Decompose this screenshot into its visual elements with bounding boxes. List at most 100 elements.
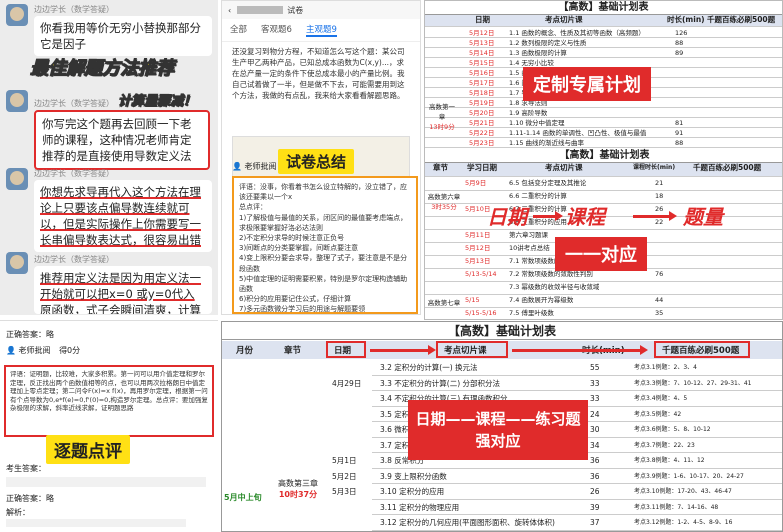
chapter-name: 高数第三章 (278, 479, 318, 488)
chat-message (6, 168, 34, 190)
avatar (6, 90, 28, 112)
table-cell: 5/15 (465, 296, 480, 304)
correct-answer: 正确答案：略 (6, 494, 54, 503)
table-row: 5月9日 6.5 包括变分定理及其推论 21 (425, 178, 782, 191)
table-cell: 3.10 定积分的应用 (380, 487, 445, 496)
table-cell: 5月23日 (469, 139, 495, 147)
avatar (6, 168, 28, 190)
chat-bubble: 推荐用定义法是因为用定义法一开始就可以把x=0 或y=0代入原函数，式子会瞬间清… (34, 266, 212, 314)
header-course: 考点切片课 (545, 163, 583, 172)
table-cell: 1.10 微分中值定理 (509, 119, 565, 127)
plan-mid-title: 【高数】基础计划表 (425, 149, 782, 163)
teacher-icon: 👤 (6, 346, 16, 355)
table-cell: 30 (590, 425, 600, 434)
header-chapter: 章节 (284, 346, 302, 356)
table-cell: 5月14日 (469, 49, 495, 57)
slogan-less-calc: 计算量骤减！ (117, 94, 197, 110)
evaluation-panel: 正确答案：略 👤 老师批阅 得0分 评语：证明题，比较难，大家多积累。第一问可以… (0, 320, 218, 532)
chat-message (6, 252, 34, 274)
table-cell: 1.3 函数极限的计算 (509, 49, 567, 57)
table-cell: 考点3.12例题：1-2、4-5、8-9、16 (634, 519, 733, 526)
table-cell: 考点3.4例题：4、5 (634, 395, 688, 402)
table-row: 5月21日 1.10 微分中值定理 81 (425, 118, 782, 128)
arrow-icon (512, 345, 648, 355)
plan-bottom-panel: 【高数】基础计划表 月份 章节 日期 考点切片课 时长(min) 千题百练必刷5… (221, 321, 783, 532)
flow-exercises: 题量 (683, 205, 723, 229)
table-cell: 5/13-5/14 (465, 270, 497, 278)
chat-message (6, 90, 34, 112)
table-cell: 5月12日 (469, 29, 495, 37)
table-cell: 126 (675, 29, 688, 37)
highlight-box (436, 341, 508, 358)
teacher-icon: 👤 (232, 162, 242, 171)
table-cell: 5月17日 (469, 79, 495, 87)
chapter-name: 高数第一章 (429, 103, 455, 121)
exam-header: ‹ 试卷 (222, 1, 420, 19)
chat-panel: 边边学长（数学答疑） 你看我用等价无穷小替换那部分它是因子 最佳解题方法推荐 计… (0, 0, 218, 315)
table-cell: 考点3.3例题：7、10-12、27、29-31、41 (634, 379, 752, 387)
plan-mid-header: 章节 学习日期 考点切片课 课程时长(min) 千题百练必刷500题 (425, 163, 782, 177)
arrow-icon (370, 345, 436, 355)
table-cell: 3.9 变上限积分函数 (380, 471, 447, 481)
chapter-name: 高数第六章 (427, 193, 461, 201)
chat-bubble-highlighted: 你写完这个题再去回顾一下老师的课程，这种情况老师肯定推荐的是直接使用导数定义法 (34, 110, 210, 170)
exam-title: 试卷 (287, 5, 304, 15)
sender-name: 边边学长（数学答疑） (34, 255, 114, 264)
table-cell: 7.5 傅里叶级数 (509, 309, 554, 317)
table-cell: 5月16日 (469, 69, 495, 77)
arrow-icon (533, 211, 563, 221)
table-row: 7.3 幂级数的收敛半径与收敛域 (425, 282, 782, 295)
chapter-3-label: 高数第三章 10时37分 (268, 478, 328, 500)
table-cell: 55 (590, 363, 600, 372)
table-row: 4月29日 3.3 不定积分的计算(二) 分部积分法 33 考点3.3例题：7、10-… (332, 376, 782, 391)
table-cell: 1.9 高阶导数 (509, 109, 548, 117)
custom-plan-badge: 定制专属计划 (523, 67, 651, 101)
teacher-review-label: 👤 老师批阅 (232, 161, 277, 172)
avatar (6, 252, 28, 274)
tab-objective[interactable]: 客观题6 (261, 23, 292, 37)
back-icon[interactable]: ‹ (228, 6, 231, 15)
score: 得0分 (59, 346, 81, 355)
table-cell: 3.11 定积分的物理应用 (380, 502, 460, 512)
table-cell: 考点3.7例题：22、23 (634, 441, 695, 449)
chapter-1-label: 高数第一章 13时9分 (427, 101, 457, 131)
table-cell: 5月12日 (465, 244, 491, 252)
table-cell: 3.3 不定积分的计算(二) 分部积分法 (380, 378, 501, 388)
table-row: 5月22日 1.11-1.14 函数的单调性、凹凸性、极值与最值 91 (425, 128, 782, 138)
table-cell: 5月15日 (469, 59, 495, 67)
table-cell: 36 (590, 456, 600, 465)
table-cell: 5月22日 (469, 129, 495, 137)
table-cell: 3.12 定积分的几何应用(平面图形面积、旋转体体积) (380, 518, 555, 527)
flow-date: 日期 (487, 205, 527, 229)
table-cell: 5月13日 (469, 39, 495, 47)
highlight-box (326, 341, 366, 358)
table-cell: 24 (590, 409, 600, 419)
tab-subjective[interactable]: 主观题9 (305, 23, 337, 37)
chapter-time: 10时37分 (278, 490, 318, 499)
table-cell: 5月19日 (469, 99, 495, 107)
table-cell: 26 (590, 487, 600, 496)
analysis-formula (6, 519, 186, 527)
review-text: 评语：没事，你看着书怎么设立特解的，没立错了，应该还要乘以一个x 总点评： 1)… (239, 183, 408, 312)
highlight-box (654, 341, 750, 358)
table-cell: 88 (675, 39, 684, 47)
header-chapter: 章节 (433, 163, 448, 172)
table-cell: 33 (590, 394, 600, 403)
avatar (6, 4, 28, 26)
tab-all[interactable]: 全部 (230, 23, 247, 37)
table-row: 5月23日 1.15 曲线的渐近线与曲率 88 (425, 138, 782, 148)
table-cell: 33 (590, 378, 600, 388)
table-cell: 考点3.1例题：2、3、4 (634, 364, 697, 371)
table-row: 5月14日 1.3 函数极限的计算 89 (425, 48, 782, 58)
exam-tabs: 全部 客观题6 主观题9 (222, 19, 420, 42)
table-cell: 5月11日 (465, 231, 491, 239)
table-row: 5月2日 3.9 变上限积分函数 36 考点3.9例题：1-6、10-17、20、24… (332, 469, 782, 484)
per-question-badge: 逐题点评 (46, 435, 130, 464)
table-row: 5月12日 1.1 函数的概念、性质及其初等函数（高频题） 126 (425, 28, 782, 38)
table-cell: 7.3 幂级数的收敛半径与收敛域 (509, 283, 600, 291)
table-cell: 考点3.9例题：1-6、10-17、20、24-27 (634, 472, 744, 480)
table-cell: 第六章习题课 (509, 231, 548, 239)
review-box: 评语：没事，你看着书怎么设立特解的，没立错了，应该还要乘以一个x 总点评： 1)… (232, 176, 418, 314)
strong-match-badge: 日期——课程——练习题 强对应 (408, 400, 588, 460)
table-cell: 10讲考点总结 (509, 244, 550, 252)
